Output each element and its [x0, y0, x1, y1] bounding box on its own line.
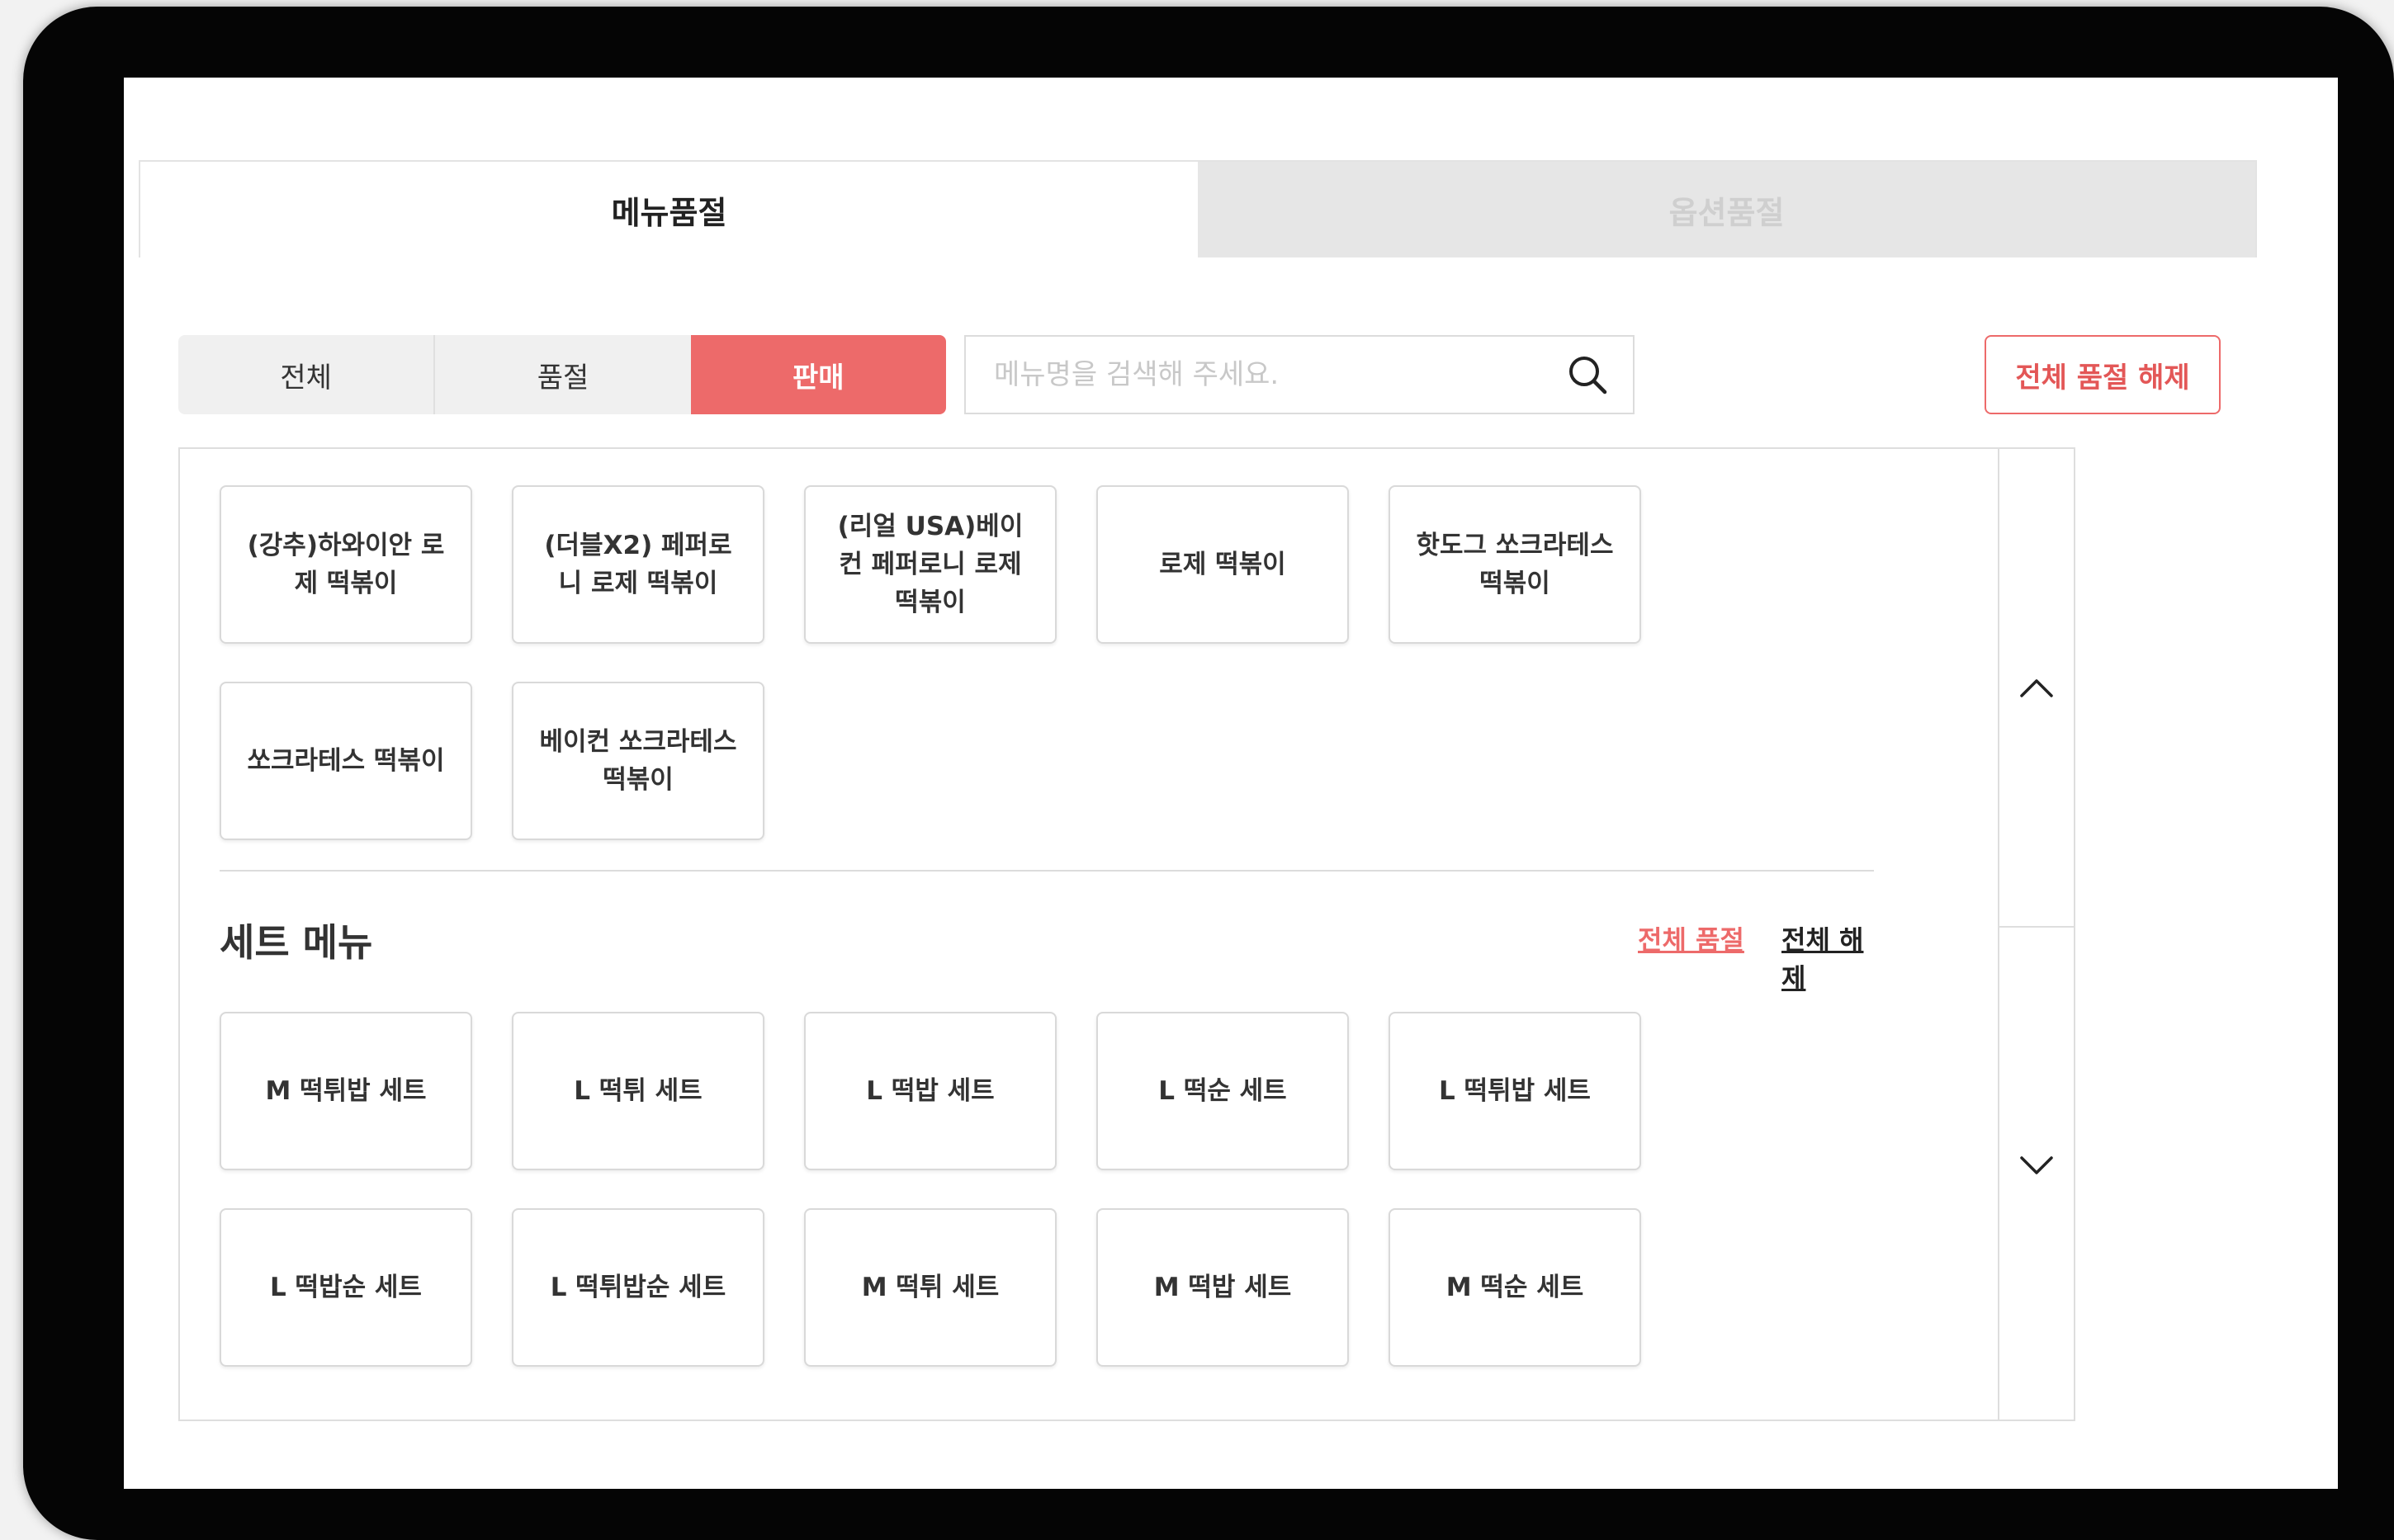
set-item-card[interactable]: L 떡튀밥순 세트: [512, 1208, 764, 1367]
top-tabs: 메뉴품절 옵션품절: [139, 160, 2257, 257]
set-item-card[interactable]: L 떡순 세트: [1096, 1012, 1349, 1170]
set-item-card[interactable]: L 떡밥순 세트: [220, 1208, 472, 1367]
set-release-all-link[interactable]: 전체 해제: [1781, 919, 1874, 995]
search-input[interactable]: [992, 357, 1565, 392]
set-item-card[interactable]: L 떡튀밥 세트: [1389, 1012, 1641, 1170]
chevron-up-icon: [2020, 679, 2053, 697]
screen: 메뉴품절 옵션품절 전체 품절 판매 전체 품절 해제 (강추)하와이안 로제 …: [124, 78, 2338, 1489]
tab-menu-soldout[interactable]: 메뉴품절: [140, 162, 1198, 257]
menu-list: (강추)하와이안 로제 떡볶이 (더블X2) 페퍼로니 로제 떡볶이 (리얼 U…: [180, 449, 1874, 1420]
release-all-soldout-button[interactable]: 전체 품절 해제: [1985, 335, 2221, 414]
set-menu-grid: M 떡튀밥 세트 L 떡튀 세트 L 떡밥 세트 L 떡순 세트 L 떡튀밥 세…: [220, 1012, 1641, 1367]
menu-item-card[interactable]: (강추)하와이안 로제 떡볶이: [220, 485, 472, 644]
filter-onsale-button[interactable]: 판매: [690, 335, 946, 414]
set-item-card[interactable]: M 떡튀 세트: [804, 1208, 1057, 1367]
chevron-down-icon: [2020, 1156, 2053, 1174]
search-box: [964, 335, 1635, 414]
set-item-card[interactable]: L 떡튀 세트: [512, 1012, 764, 1170]
set-item-card[interactable]: L 떡밥 세트: [804, 1012, 1057, 1170]
filter-segment: 전체 품절 판매: [178, 335, 946, 414]
menu-item-card[interactable]: (더블X2) 페퍼로니 로제 떡볶이: [512, 485, 764, 644]
menu-panel: (강추)하와이안 로제 떡볶이 (더블X2) 페퍼로니 로제 떡볶이 (리얼 U…: [178, 447, 2075, 1421]
tablet-frame: 메뉴품절 옵션품절 전체 품절 판매 전체 품절 해제 (강추)하와이안 로제 …: [23, 7, 2394, 1540]
menu-item-card[interactable]: 쏘크라테스 떡볶이: [220, 682, 472, 840]
menu-item-card[interactable]: 핫도그 쏘크라테스 떡볶이: [1389, 485, 1641, 644]
menu-item-card[interactable]: (리얼 USA)베이컨 페퍼로니 로제 떡볶이: [804, 485, 1057, 644]
scroll-up-button[interactable]: [1999, 449, 2074, 928]
filter-all-button[interactable]: 전체: [178, 335, 434, 414]
set-item-card[interactable]: M 떡튀밥 세트: [220, 1012, 472, 1170]
set-soldout-all-link[interactable]: 전체 품절: [1638, 919, 1744, 957]
section-divider: [220, 870, 1874, 872]
tab-option-soldout[interactable]: 옵션품절: [1198, 162, 2255, 257]
set-menu-title: 세트 메뉴: [220, 920, 373, 965]
set-item-card[interactable]: M 떡순 세트: [1389, 1208, 1641, 1367]
menu-item-card[interactable]: 베이컨 쏘크라테스 떡볶이: [512, 682, 764, 840]
menu-item-card[interactable]: 로제 떡볶이: [1096, 485, 1349, 644]
filter-soldout-button[interactable]: 품절: [433, 335, 691, 414]
set-item-card[interactable]: M 떡밥 세트: [1096, 1208, 1349, 1367]
search-icon[interactable]: [1565, 352, 1610, 397]
scroll-down-button[interactable]: [1999, 928, 2074, 1405]
scroll-controls: [1998, 449, 2074, 1420]
menu-grid: (강추)하와이안 로제 떡볶이 (더블X2) 페퍼로니 로제 떡볶이 (리얼 U…: [220, 485, 1641, 840]
